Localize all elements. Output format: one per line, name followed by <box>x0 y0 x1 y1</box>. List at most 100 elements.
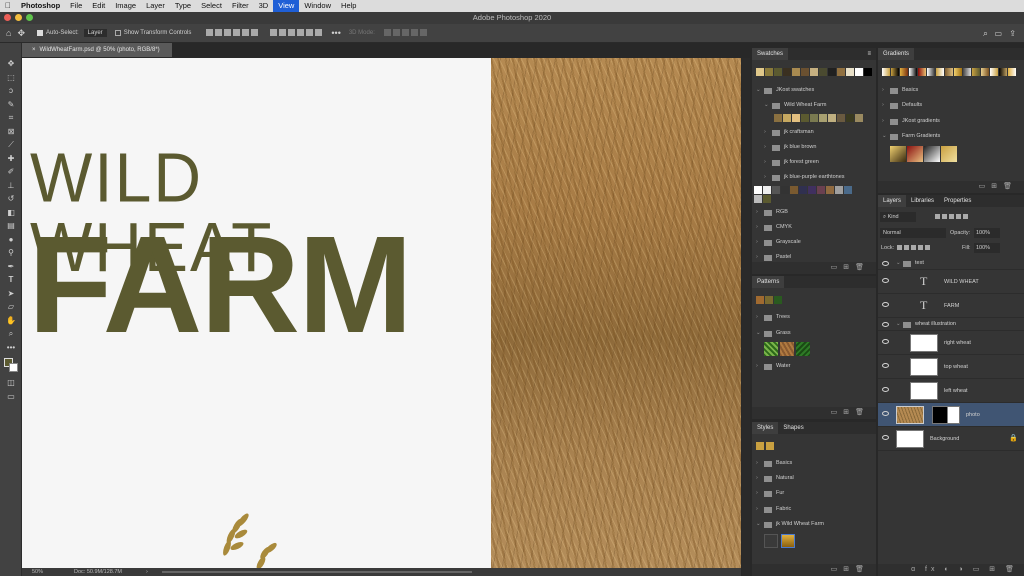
menu-select[interactable]: Select <box>196 0 227 12</box>
swatch-group-wild-wheat-farm[interactable]: ⌄ Wild Wheat Farm <box>752 98 876 113</box>
history-brush-tool-icon[interactable]: ↺ <box>0 192 22 206</box>
auto-select-checkbox[interactable] <box>36 30 43 36</box>
menu-layer[interactable]: Layer <box>141 0 170 12</box>
kind-filter[interactable]: ⌕ Kind <box>880 212 916 222</box>
tab-layers[interactable]: Layers <box>878 195 907 207</box>
brush-tool-icon[interactable]: ✐ <box>0 165 22 179</box>
gradient-group-basics[interactable]: › Basics <box>878 83 1024 98</box>
opacity-field[interactable]: 100% <box>974 228 1000 238</box>
menu-window[interactable]: Window <box>299 0 336 12</box>
zoom-level[interactable]: 50% <box>32 568 43 576</box>
tab-shapes[interactable]: Shapes <box>778 422 808 434</box>
style-group-basics[interactable]: › Basics <box>752 456 876 471</box>
eye-icon[interactable] <box>882 302 889 307</box>
vertical-scrollbar[interactable] <box>742 58 750 576</box>
wheat-styles[interactable] <box>764 534 798 550</box>
patterns-panel-footer[interactable]: ▭⊞🗑 <box>752 407 876 419</box>
gradient-group-farm[interactable]: ⌄ Farm Gradients <box>878 129 1024 144</box>
dodge-tool-icon[interactable]: ⚲ <box>0 246 22 260</box>
path-select-tool-icon[interactable]: ➤ <box>0 287 22 301</box>
color-swatches[interactable] <box>0 354 21 376</box>
eye-icon[interactable] <box>882 278 889 283</box>
align-buttons[interactable] <box>205 29 259 37</box>
minimize-window-button[interactable] <box>15 14 22 21</box>
marquee-tool-icon[interactable]: ⬚ <box>0 71 22 85</box>
menu-filter[interactable]: Filter <box>227 0 254 12</box>
wild-wheat-swatches[interactable] <box>774 114 874 123</box>
share-icon[interactable]: ⇪ <box>1009 29 1016 38</box>
blur-tool-icon[interactable]: ● <box>0 233 22 247</box>
swatch-group-jkost[interactable]: ⌄ JKost swatches <box>752 83 876 98</box>
layer-right-wheat[interactable]: right wheat <box>878 331 1024 355</box>
menu-view[interactable]: View <box>273 0 300 12</box>
recent-styles[interactable] <box>756 442 786 451</box>
fill-field[interactable]: 100% <box>974 243 1000 253</box>
pattern-group-trees[interactable]: › Trees <box>752 310 876 325</box>
healing-tool-icon[interactable]: ✚ <box>0 152 22 166</box>
screen-mode-icon[interactable]: ▭ <box>0 390 22 404</box>
tab-swatches[interactable]: Swatches <box>752 48 789 60</box>
document-tab[interactable]: × WildWheatFarm.psd @ 50% (photo, RGB/8*) <box>22 43 172 57</box>
layer-photo[interactable]: photo <box>878 403 1024 427</box>
search-icon[interactable]: ⌕ <box>983 28 988 39</box>
eyedropper-tool-icon[interactable]: ⟋ <box>0 138 22 152</box>
pen-tool-icon[interactable]: ✒ <box>0 260 22 274</box>
layer-top-wheat[interactable]: top wheat <box>878 355 1024 379</box>
layer-group-wheat-illustration[interactable]: ⌄ wheat illustration <box>878 318 1024 331</box>
background-color[interactable] <box>9 363 18 372</box>
tab-libraries[interactable]: Libraries <box>906 195 939 207</box>
recent-swatches[interactable] <box>756 68 876 78</box>
quick-mask-icon[interactable]: ◫ <box>0 376 22 390</box>
3d-controls[interactable] <box>383 29 428 37</box>
farm-gradients[interactable] <box>890 146 960 162</box>
menu-file[interactable]: File <box>65 0 87 12</box>
close-window-button[interactable] <box>4 14 11 21</box>
layers-panel-footer[interactable]: ɑ fx ◐ ◑ ▭ ⊞ 🗑 <box>878 564 1024 576</box>
menu-edit[interactable]: Edit <box>87 0 110 12</box>
eye-icon[interactable] <box>882 411 889 416</box>
eye-icon[interactable] <box>882 322 889 327</box>
filter-icons[interactable] <box>934 213 1010 221</box>
swatch-group-forest-green[interactable]: › jk forest green <box>752 155 876 170</box>
pattern-group-water[interactable]: › Water <box>752 359 876 374</box>
recent-patterns[interactable] <box>756 296 796 305</box>
pattern-group-grass[interactable]: ⌄ Grass <box>752 326 876 341</box>
swatches-panel-footer[interactable]: ▭⊞🗑 <box>752 262 876 274</box>
swatch-group-grayscale[interactable]: › Grayscale <box>752 235 876 250</box>
gradient-group-jkost[interactable]: › JKost gradients <box>878 114 1024 129</box>
layer-group-text[interactable]: ⌄ text <box>878 257 1024 270</box>
grass-patterns[interactable] <box>764 342 814 358</box>
more-options-icon[interactable]: ••• <box>331 28 340 38</box>
swatch-group-rgb[interactable]: › RGB <box>752 205 876 220</box>
lock-icons[interactable] <box>896 244 931 251</box>
close-doc-icon[interactable]: × <box>32 47 36 53</box>
move-tool-icon[interactable]: ✥ <box>17 28 25 39</box>
eye-icon[interactable] <box>882 261 889 266</box>
zoom-tool-icon[interactable]: ⌕ <box>0 327 22 341</box>
gradient-group-defaults[interactable]: › Defaults <box>878 98 1024 113</box>
workspace-icon[interactable]: ▭ <box>994 29 1002 38</box>
transform-controls-checkbox[interactable] <box>114 30 121 36</box>
style-group-fabric[interactable]: › Fabric <box>752 502 876 517</box>
menu-help[interactable]: Help <box>336 0 361 12</box>
type-tool-icon[interactable]: T <box>0 273 22 287</box>
quick-select-tool-icon[interactable]: ✎ <box>0 98 22 112</box>
home-icon[interactable]: ⌂ <box>6 28 11 38</box>
gradients-panel-footer[interactable]: ▭⊞🗑 <box>878 181 1024 193</box>
tab-patterns[interactable]: Patterns <box>752 276 785 288</box>
eye-icon[interactable] <box>882 363 889 368</box>
gradient-tool-icon[interactable]: ▤ <box>0 219 22 233</box>
swatch-group-blue-purple[interactable]: › jk blue-purple earthtones <box>752 170 876 185</box>
stamp-tool-icon[interactable]: ⊥ <box>0 179 22 193</box>
style-group-wild-wheat-farm[interactable]: ⌄ jk Wild Wheat Farm <box>752 517 876 532</box>
swatch-group-craftsman[interactable]: › jk craftsman <box>752 125 876 140</box>
tab-properties[interactable]: Properties <box>939 195 976 207</box>
frame-tool-icon[interactable]: ⊠ <box>0 125 22 139</box>
document-canvas[interactable]: WILD WHEAT FARM <box>22 58 741 568</box>
apple-menu-icon[interactable]:  <box>0 0 16 12</box>
eye-icon[interactable] <box>882 435 889 440</box>
style-group-natural[interactable]: › Natural <box>752 471 876 486</box>
styles-panel-footer[interactable]: ▭⊞🗑 <box>752 564 876 576</box>
menu-3d[interactable]: 3D <box>254 0 274 12</box>
horizontal-scrollbar[interactable] <box>162 571 472 573</box>
